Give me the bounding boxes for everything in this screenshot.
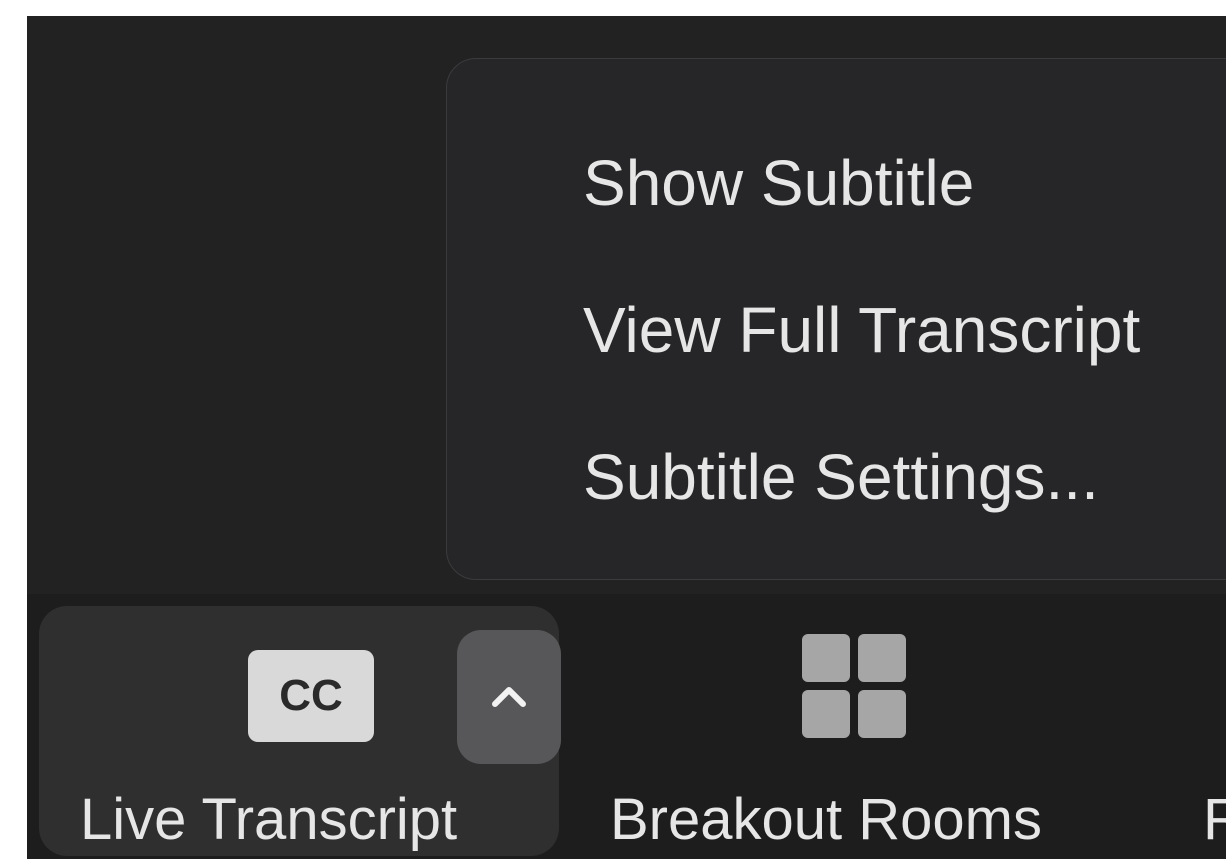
breakout-grid-cell [802,690,850,738]
live-transcript-options-button[interactable] [457,630,561,764]
menu-item-view-full-transcript[interactable]: View Full Transcript [583,298,1140,362]
chevron-up-icon [492,687,526,707]
breakout-rooms-icon [802,634,906,738]
zoom-meeting-window: Show Subtitle View Full Transcript Subti… [27,16,1226,859]
screenshot-frame: Show Subtitle View Full Transcript Subti… [0,0,1226,859]
breakout-grid-cell [858,690,906,738]
cc-icon: CC [248,650,374,742]
live-transcript-button[interactable]: CC Live Transcript [39,606,561,856]
next-toolbar-item-label-partial[interactable]: R [1203,791,1226,849]
live-transcript-label: Live Transcript [80,787,458,852]
live-transcript-menu: Show Subtitle View Full Transcript Subti… [446,58,1226,580]
breakout-rooms-button[interactable]: Breakout Rooms [587,594,1147,859]
menu-item-subtitle-settings[interactable]: Subtitle Settings... [583,445,1099,509]
breakout-rooms-label: Breakout Rooms [610,787,1042,852]
breakout-grid-cell [802,634,850,682]
menu-item-show-subtitle[interactable]: Show Subtitle [583,151,974,215]
breakout-grid-cell [858,634,906,682]
meeting-toolbar: CC Live Transcript Breakout Rooms R [27,594,1226,859]
